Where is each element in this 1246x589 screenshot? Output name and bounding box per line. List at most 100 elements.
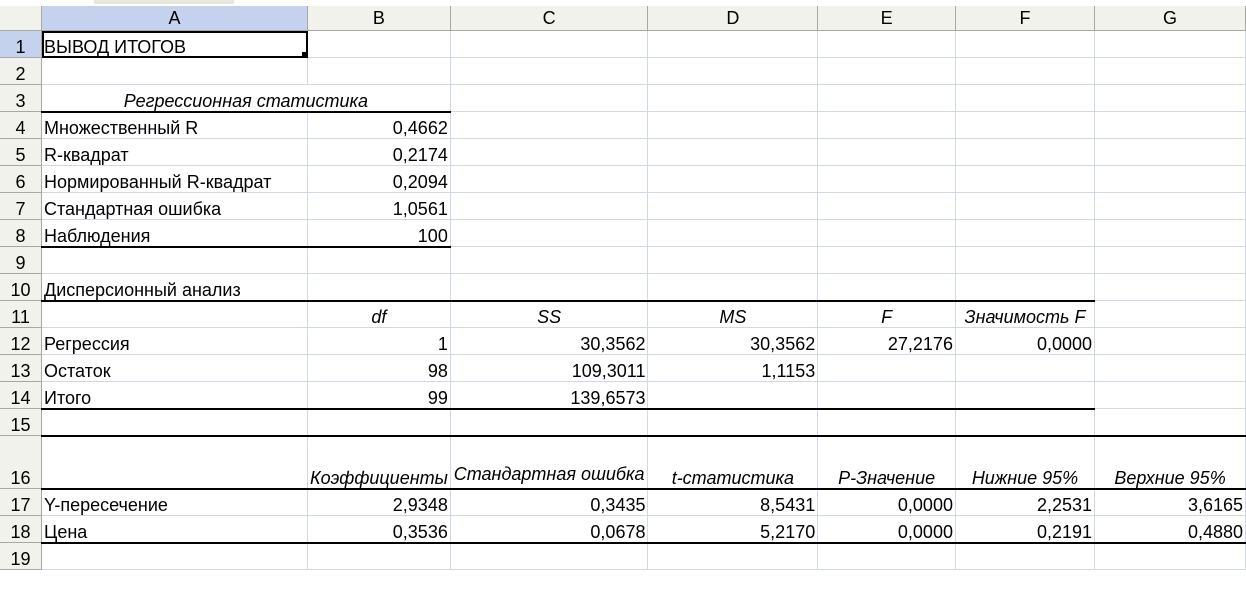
cell-d10[interactable] [647,273,819,302]
cell-d17[interactable]: 8,5431 [647,488,819,516]
row-header[interactable]: 4 [0,111,42,139]
cell-g2[interactable] [1094,57,1246,85]
cell-c3[interactable] [450,84,649,112]
cell-c4[interactable] [450,111,649,139]
cell-c16[interactable]: Стандартная ошибка [450,435,649,490]
cell-g12[interactable] [1094,327,1246,355]
cell-b13[interactable]: 98 [307,354,451,382]
cell-a17[interactable]: Y-пересечение [41,488,309,516]
fill-handle[interactable] [302,52,307,57]
cell-a1[interactable]: ВЫВОД ИТОГОВ [41,30,309,58]
cell-a7[interactable]: Стандартная ошибка [41,192,309,220]
cell-c8[interactable] [450,219,649,247]
cell-a10[interactable]: Дисперсионный анализ [41,273,309,302]
cell-g11[interactable] [1094,300,1246,328]
cell-d15[interactable] [647,408,819,437]
cell-a6[interactable]: Нормированный R-квадрат [41,165,309,193]
cell-d3[interactable] [647,84,819,112]
cell-e18[interactable]: 0,0000 [817,515,956,544]
cell-a12[interactable]: Регрессия [41,327,309,355]
cell-f18[interactable]: 0,2191 [955,515,1096,544]
cell-g19[interactable] [1094,542,1246,570]
cell-b5[interactable]: 0,2174 [307,138,451,166]
cell-c2[interactable] [450,57,649,85]
cell-f5[interactable] [955,138,1096,166]
row-header[interactable]: 8 [0,219,42,247]
cell-d18[interactable]: 5,2170 [647,515,819,544]
cell-e6[interactable] [817,165,956,193]
column-header-c[interactable]: C [450,6,649,31]
cell-b6[interactable]: 0,2094 [307,165,451,193]
cell-e7[interactable] [817,192,956,220]
cell-e3[interactable] [817,84,956,112]
cell-b17[interactable]: 2,9348 [307,488,451,516]
column-header-b[interactable]: B [307,6,451,31]
cell-e2[interactable] [817,57,956,85]
cell-g16[interactable]: Верхние 95% [1094,435,1246,490]
row-header[interactable]: 6 [0,165,42,193]
cell-a15[interactable] [41,408,309,437]
cell-e16[interactable]: P-Значение [817,435,956,490]
cell-f14[interactable] [955,381,1096,410]
cell-e14[interactable] [817,381,956,410]
cell-f19[interactable] [955,542,1096,570]
cell-c12[interactable]: 30,3562 [450,327,649,355]
cell-e13[interactable] [817,354,956,382]
row-header[interactable]: 13 [0,354,42,382]
cell-a9[interactable] [41,246,309,274]
row-header[interactable]: 14 [0,381,42,409]
cell-a19[interactable] [41,542,309,570]
cell-a11[interactable] [41,300,309,328]
cell-g9[interactable] [1094,246,1246,274]
cell-d2[interactable] [647,57,819,85]
cell-d4[interactable] [647,111,819,139]
cell-g13[interactable] [1094,354,1246,382]
cell-f7[interactable] [955,192,1096,220]
cell-g17[interactable]: 3,6165 [1094,488,1246,516]
cell-d19[interactable] [647,542,819,570]
cell-g7[interactable] [1094,192,1246,220]
cell-c7[interactable] [450,192,649,220]
cell-f6[interactable] [955,165,1096,193]
cell-c17[interactable]: 0,3435 [450,488,649,516]
cell-b18[interactable]: 0,3536 [307,515,451,544]
row-header[interactable]: 19 [0,542,42,570]
cell-d6[interactable] [647,165,819,193]
cell-e15[interactable] [817,408,956,437]
cell-f8[interactable] [955,219,1096,247]
cell-g5[interactable] [1094,138,1246,166]
cell-f2[interactable] [955,57,1096,85]
cell-c15[interactable] [450,408,649,437]
cell-b15[interactable] [307,408,451,437]
row-header[interactable]: 16 [0,435,42,489]
cell-c6[interactable] [450,165,649,193]
cell-e11[interactable]: F [817,300,956,328]
cell-b12[interactable]: 1 [307,327,451,355]
cell-a4[interactable]: Множественный R [41,111,309,139]
cell-c13[interactable]: 109,3011 [450,354,649,382]
cell-e8[interactable] [817,219,956,247]
cell-g6[interactable] [1094,165,1246,193]
row-header[interactable]: 7 [0,192,42,220]
cell-g15[interactable] [1094,408,1246,437]
cell-f15[interactable] [955,408,1096,437]
cell-b19[interactable] [307,542,451,570]
row-header[interactable]: 9 [0,246,42,274]
cell-c5[interactable] [450,138,649,166]
cell-e19[interactable] [817,542,956,570]
cell-e1[interactable] [817,30,956,58]
cell-c9[interactable] [450,246,649,274]
cell-d12[interactable]: 30,3562 [647,327,819,355]
cell-f4[interactable] [955,111,1096,139]
cell-c10[interactable] [450,273,649,302]
cell-d1[interactable] [647,30,819,58]
cell-d11[interactable]: MS [647,300,819,328]
cell-f13[interactable] [955,354,1096,382]
row-header[interactable]: 12 [0,327,42,355]
cell-c19[interactable] [450,542,649,570]
row-header[interactable]: 11 [0,300,42,328]
cell-d8[interactable] [647,219,819,247]
column-header-a[interactable]: A [41,6,309,31]
cell-f9[interactable] [955,246,1096,274]
cell-f12[interactable]: 0,0000 [955,327,1096,355]
